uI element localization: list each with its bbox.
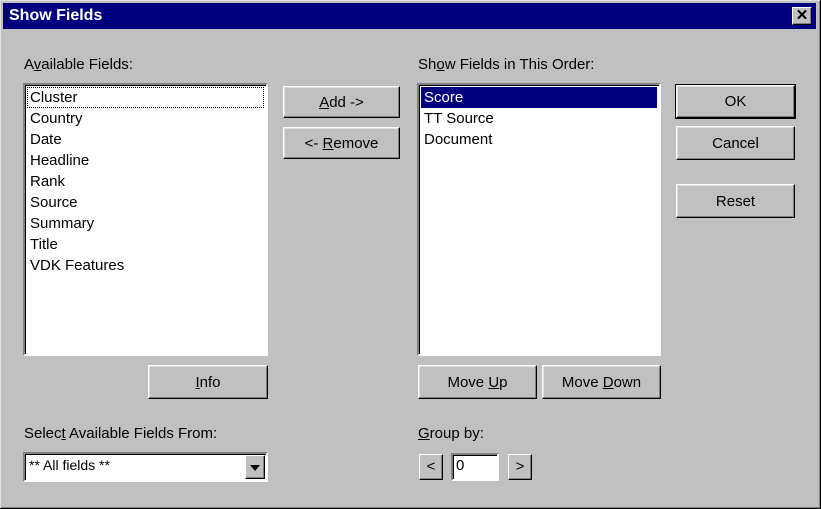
cancel-button[interactable]: Cancel	[676, 126, 795, 160]
chevron-right-icon: >	[515, 458, 525, 475]
list-item-rank[interactable]: Rank	[27, 171, 264, 192]
list-item-source[interactable]: Source	[27, 192, 264, 213]
available-fields-label: Available Fields:	[24, 56, 133, 73]
dropdown-arrow-button[interactable]	[245, 455, 265, 479]
close-icon: ✕	[795, 7, 809, 24]
dropdown-value: ** All fields **	[29, 457, 110, 473]
list-item-title[interactable]: Title	[27, 234, 264, 255]
window-title: Show Fields	[9, 7, 103, 24]
close-button[interactable]: ✕	[792, 7, 812, 25]
reset-button[interactable]: Reset	[676, 184, 795, 218]
list-item-document[interactable]: Document	[421, 129, 657, 150]
move-down-button[interactable]: Move Down	[542, 365, 661, 399]
fields-source-dropdown[interactable]: ** All fields **	[23, 452, 268, 482]
chevron-down-icon	[250, 465, 260, 471]
move-up-button[interactable]: Move Up	[418, 365, 537, 399]
chevron-left-icon: <	[426, 458, 436, 475]
list-item-score[interactable]: Score	[421, 87, 657, 108]
list-item-cluster[interactable]: Cluster	[27, 87, 264, 108]
list-item-summary[interactable]: Summary	[27, 213, 264, 234]
remove-button[interactable]: <- Remove	[283, 127, 400, 159]
list-item-date[interactable]: Date	[27, 129, 264, 150]
group-by-input[interactable]: 0	[451, 453, 499, 481]
info-button[interactable]: Info	[148, 365, 268, 399]
select-fields-from-label: Select Available Fields From:	[24, 425, 218, 442]
list-item-headline[interactable]: Headline	[27, 150, 264, 171]
group-by-decrement-button[interactable]: <	[419, 454, 443, 480]
group-by-label: Group by:	[418, 425, 484, 442]
list-item-vdk-features[interactable]: VDK Features	[27, 255, 264, 276]
show-fields-dialog: Show Fields ✕ Available Fields: Cluster …	[0, 0, 821, 509]
list-item-tt-source[interactable]: TT Source	[421, 108, 657, 129]
title-bar: Show Fields ✕	[3, 3, 816, 29]
available-fields-list[interactable]: Cluster Country Date Headline Rank Sourc…	[23, 83, 268, 356]
show-fields-label: Show Fields in This Order:	[418, 56, 595, 73]
shown-fields-list[interactable]: Score TT Source Document	[417, 83, 661, 356]
group-by-increment-button[interactable]: >	[508, 454, 532, 480]
list-item-country[interactable]: Country	[27, 108, 264, 129]
ok-button[interactable]: OK	[675, 84, 796, 119]
add-button[interactable]: Add ->	[283, 86, 400, 118]
